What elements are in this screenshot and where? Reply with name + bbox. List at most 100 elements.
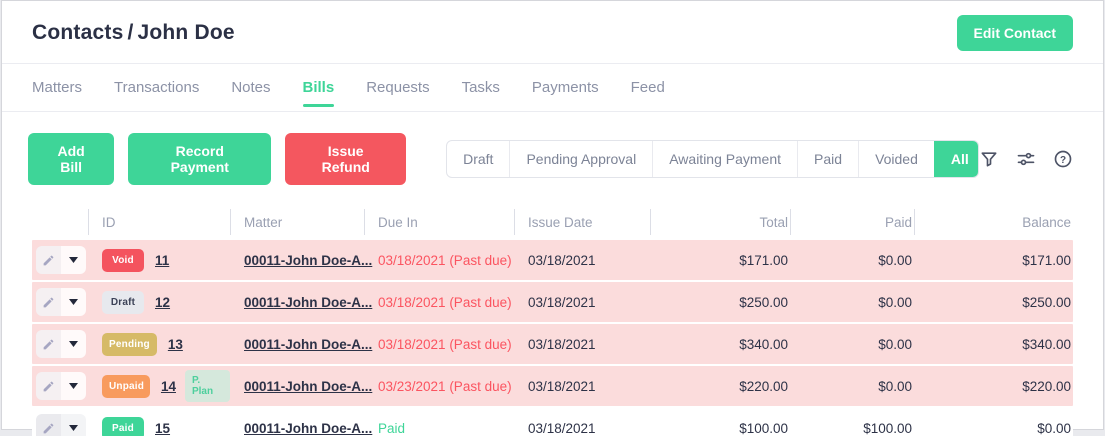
edit-bill-button[interactable] xyxy=(36,246,61,274)
tab-feed[interactable]: Feed xyxy=(631,64,665,111)
status-badge: Void xyxy=(102,249,144,272)
row-paid: $100.00 xyxy=(790,421,914,436)
pencil-icon xyxy=(42,338,55,351)
help-glyph: ? xyxy=(1060,155,1066,166)
col-id: ID xyxy=(88,204,230,240)
row-issue-date: 03/18/2021 xyxy=(514,295,650,310)
chevron-down-icon xyxy=(69,257,78,263)
col-actions xyxy=(32,204,88,240)
row-actions xyxy=(32,330,88,358)
breadcrumb-separator: / xyxy=(127,21,133,44)
edit-bill-button[interactable] xyxy=(36,414,61,436)
matter-link[interactable]: 00011-John Doe-A... xyxy=(244,253,372,268)
row-due-in: Paid xyxy=(364,421,514,436)
tab-notes[interactable]: Notes xyxy=(231,64,270,111)
col-due-in: Due In xyxy=(364,204,514,240)
tab-requests[interactable]: Requests xyxy=(366,64,429,111)
edit-bill-button[interactable] xyxy=(36,288,61,316)
chevron-down-icon xyxy=(69,425,78,431)
row-matter-cell: 00011-John Doe-A... xyxy=(230,421,364,436)
filter-all[interactable]: All xyxy=(934,141,979,177)
tab-matters[interactable]: Matters xyxy=(32,64,82,111)
tab-tasks[interactable]: Tasks xyxy=(462,64,500,111)
row-action-split-button xyxy=(36,288,86,316)
row-action-split-button xyxy=(36,330,86,358)
row-menu-button[interactable] xyxy=(61,288,86,316)
chevron-down-icon xyxy=(69,299,78,305)
filter-voided[interactable]: Voided xyxy=(858,141,934,177)
table-row: Draft 12 00011-John Doe-A... 03/18/2021 … xyxy=(32,282,1073,322)
row-actions xyxy=(32,246,88,274)
row-issue-date: 03/18/2021 xyxy=(514,421,650,436)
filter-pending-approval[interactable]: Pending Approval xyxy=(509,141,652,177)
row-menu-button[interactable] xyxy=(61,246,86,274)
row-action-split-button xyxy=(36,414,86,436)
breadcrumb-contact-name: John Doe xyxy=(138,21,235,44)
matter-link[interactable]: 00011-John Doe-A... xyxy=(244,337,372,352)
row-total: $250.00 xyxy=(650,295,790,310)
matter-link[interactable]: 00011-John Doe-A... xyxy=(244,295,372,310)
row-issue-date: 03/18/2021 xyxy=(514,337,650,352)
row-menu-button[interactable] xyxy=(61,414,86,436)
bills-toolbar: Add Bill Record Payment Issue Refund Dra… xyxy=(2,112,1103,204)
tab-bills[interactable]: Bills xyxy=(303,64,335,111)
row-balance: $171.00 xyxy=(914,253,1073,268)
pencil-icon xyxy=(42,296,55,309)
pencil-icon xyxy=(42,422,55,435)
filter-draft[interactable]: Draft xyxy=(447,141,509,177)
row-id-cell: Pending 13 xyxy=(88,333,230,356)
row-id-cell: Void 11 xyxy=(88,249,230,272)
tab-payments[interactable]: Payments xyxy=(532,64,599,111)
filter-funnel-icon[interactable] xyxy=(979,149,999,169)
filter-settings-icon[interactable] xyxy=(1016,149,1036,169)
status-badge: Pending xyxy=(102,333,157,356)
tab-transactions[interactable]: Transactions xyxy=(114,64,199,111)
edit-bill-button[interactable] xyxy=(36,372,61,400)
row-paid: $0.00 xyxy=(790,337,914,352)
record-payment-button[interactable]: Record Payment xyxy=(128,133,271,185)
col-total: Total xyxy=(650,204,790,240)
row-total: $171.00 xyxy=(650,253,790,268)
row-menu-button[interactable] xyxy=(61,372,86,400)
breadcrumb-section: Contacts xyxy=(32,21,123,44)
bill-id-link[interactable]: 14 xyxy=(161,379,176,394)
status-filter-group: Draft Pending Approval Awaiting Payment … xyxy=(446,140,979,178)
row-id-cell: Unpaid 14 P. Plan xyxy=(88,370,230,402)
col-paid: Paid xyxy=(790,204,914,240)
matter-link[interactable]: 00011-John Doe-A... xyxy=(244,421,372,436)
col-balance: Balance xyxy=(914,204,1073,240)
table-row: Paid 15 00011-John Doe-A... Paid 03/18/2… xyxy=(32,408,1073,436)
add-bill-button[interactable]: Add Bill xyxy=(28,133,114,185)
edit-bill-button[interactable] xyxy=(36,330,61,358)
row-due-in: 03/18/2021 (Past due) xyxy=(364,253,514,268)
contact-bills-panel: Contacts/John Doe Edit Contact Matters T… xyxy=(1,0,1104,430)
row-action-split-button xyxy=(36,246,86,274)
filter-paid[interactable]: Paid xyxy=(797,141,858,177)
bill-id-link[interactable]: 15 xyxy=(155,421,170,436)
payment-plan-badge: P. Plan xyxy=(185,370,230,402)
edit-contact-button[interactable]: Edit Contact xyxy=(957,15,1073,51)
chevron-down-icon xyxy=(69,383,78,389)
page-header: Contacts/John Doe Edit Contact xyxy=(2,1,1103,63)
bill-id-link[interactable]: 13 xyxy=(168,337,183,352)
bill-id-link[interactable]: 12 xyxy=(155,295,170,310)
pencil-icon xyxy=(42,254,55,267)
status-badge: Unpaid xyxy=(102,375,150,398)
col-issue-date: Issue Date xyxy=(514,204,650,240)
row-id-cell: Paid 15 xyxy=(88,417,230,436)
row-id-cell: Draft 12 xyxy=(88,291,230,314)
matter-link[interactable]: 00011-John Doe-A... xyxy=(244,379,372,394)
row-menu-button[interactable] xyxy=(61,330,86,358)
row-total: $100.00 xyxy=(650,421,790,436)
issue-refund-button[interactable]: Issue Refund xyxy=(285,133,406,185)
row-actions xyxy=(32,288,88,316)
bill-id-link[interactable]: 11 xyxy=(155,253,169,268)
chevron-down-icon xyxy=(69,341,78,347)
row-paid: $0.00 xyxy=(790,253,914,268)
help-icon[interactable]: ? xyxy=(1053,149,1073,169)
filter-awaiting-payment[interactable]: Awaiting Payment xyxy=(652,141,797,177)
table-row: Pending 13 00011-John Doe-A... 03/18/202… xyxy=(32,324,1073,364)
status-badge: Draft xyxy=(102,291,144,314)
row-actions xyxy=(32,414,88,436)
row-matter-cell: 00011-John Doe-A... xyxy=(230,337,364,352)
